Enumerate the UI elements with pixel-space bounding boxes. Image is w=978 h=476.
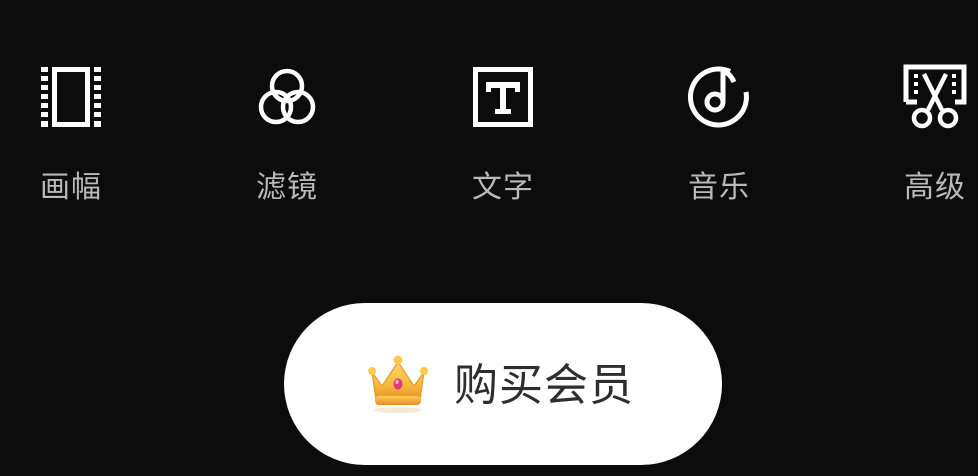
tool-music-label: 音乐 <box>688 170 750 205</box>
tool-aspect-ratio[interactable]: 画幅 <box>1 60 141 220</box>
tool-music[interactable]: 音乐 <box>649 60 789 220</box>
tool-filter-label: 滤镜 <box>256 170 318 205</box>
tool-text-label: 文字 <box>472 170 534 205</box>
text-icon <box>473 67 533 127</box>
tool-filter[interactable]: 滤镜 <box>217 60 357 220</box>
crown-icon <box>368 355 428 413</box>
music-icon <box>687 66 749 128</box>
buy-membership-label: 购买会员 <box>454 360 634 411</box>
tool-aspect-ratio-label: 画幅 <box>40 170 102 205</box>
tool-advanced-label: 高级 <box>904 170 966 205</box>
tool-advanced[interactable]: 高级 <box>865 60 978 220</box>
buy-membership-button[interactable]: 购买会员 <box>284 303 722 465</box>
advanced-edit-icon <box>903 64 967 129</box>
filter-icon <box>258 68 316 125</box>
editor-toolbar-screen: 画幅 滤镜 文字 音乐 高级 购买会员 <box>0 0 978 476</box>
tool-text[interactable]: 文字 <box>433 60 573 220</box>
aspect-ratio-icon <box>41 67 101 127</box>
